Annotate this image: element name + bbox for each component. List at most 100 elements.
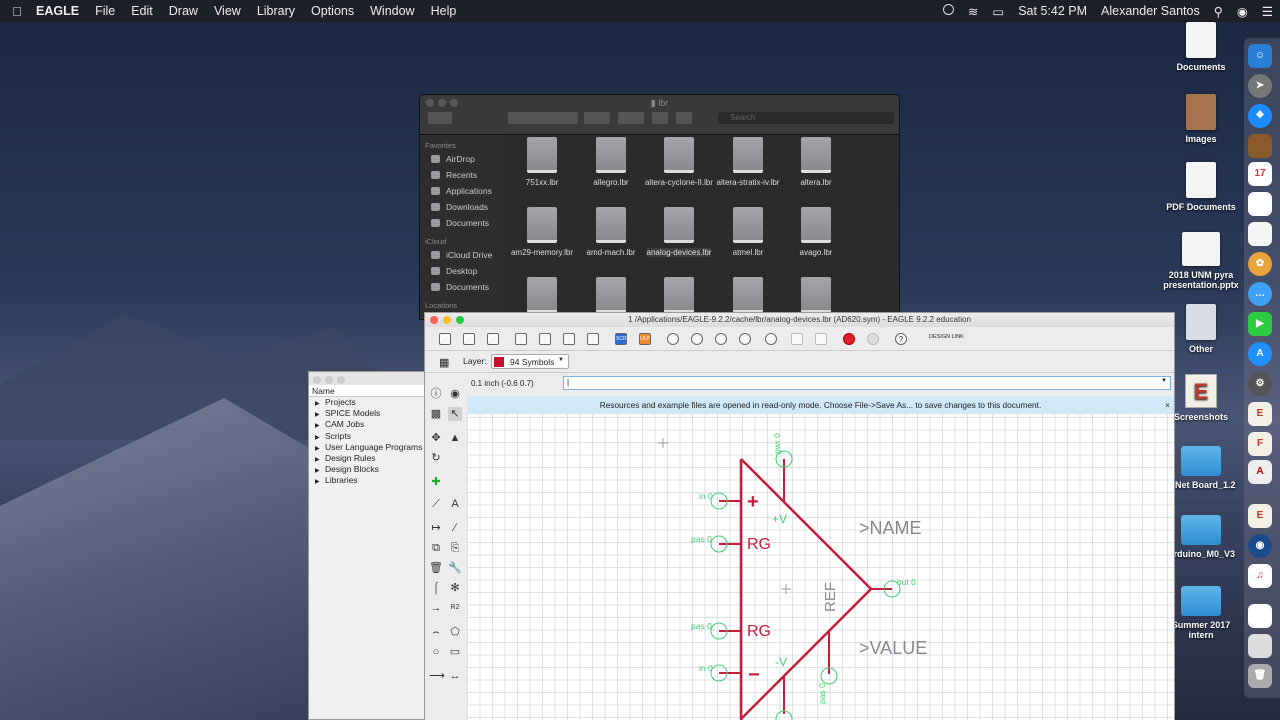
print-icon[interactable]: [487, 333, 499, 345]
tag-icon[interactable]: [676, 112, 692, 124]
go-icon[interactable]: [867, 333, 879, 345]
miter-icon[interactable]: ⌠: [429, 581, 443, 595]
rotate-icon[interactable]: ↻: [429, 451, 443, 465]
file-item[interactable]: altera.lbr: [781, 137, 851, 188]
safari-dock-icon[interactable]: ❖: [1248, 104, 1272, 128]
open-file-icon[interactable]: [439, 333, 451, 345]
apple-menu-icon[interactable]: : [0, 4, 34, 19]
notification-center-icon[interactable]: ☰: [1255, 4, 1280, 19]
zoom-fit-icon[interactable]: [667, 333, 679, 345]
tree-item-scripts[interactable]: ▶ Scripts: [309, 431, 427, 442]
device-icon[interactable]: [587, 333, 599, 345]
sidebar-item-recents[interactable]: Recents: [420, 167, 504, 183]
symbol-canvas[interactable]: in 0 pas 0 pas 0 in 0 pwr 0 out 0 pas 0 …: [467, 414, 1174, 720]
desktop-icon-documents[interactable]: Documents: [1161, 22, 1241, 72]
menu-app[interactable]: EAGLE: [34, 4, 87, 18]
photos-dock-icon[interactable]: ✿: [1248, 252, 1272, 276]
ulp-button[interactable]: ULP: [639, 333, 651, 345]
tree-item-design-blocks[interactable]: ▶ Design Blocks: [309, 464, 427, 475]
editor-close-button[interactable]: [430, 316, 438, 324]
menu-options[interactable]: Options: [303, 4, 362, 18]
tree-item-libraries[interactable]: ▶ Libraries: [309, 475, 427, 486]
facetime-dock-icon[interactable]: ▶: [1248, 312, 1272, 336]
menu-draw[interactable]: Draw: [161, 4, 206, 18]
preview-dock-icon[interactable]: [1248, 634, 1272, 658]
undo-icon[interactable]: [791, 333, 803, 345]
back-forward-button[interactable]: [428, 112, 452, 124]
calendar-dock-icon[interactable]: 17: [1248, 162, 1272, 186]
sidebar-item-documents[interactable]: Documents: [420, 215, 504, 231]
tree-header-name[interactable]: Name: [309, 385, 427, 397]
eagle-alt-dock-icon[interactable]: F: [1248, 432, 1272, 456]
file-item[interactable]: atmel.lbr: [713, 207, 783, 258]
file-item[interactable]: altera-stratix-iv.lbr: [713, 137, 783, 188]
sidebar-item-icloud-drive[interactable]: iCloud Drive: [420, 247, 504, 263]
desktop-icon-images[interactable]: Images: [1161, 94, 1241, 144]
sidebar-item-downloads[interactable]: Downloads: [420, 199, 504, 215]
airplay-icon[interactable]: ▭: [985, 4, 1011, 19]
desktop-icon-pdf-documents[interactable]: PDF Documents: [1161, 162, 1241, 212]
book-icon[interactable]: [515, 333, 527, 345]
select-arrow-icon[interactable]: ↖: [448, 407, 462, 421]
save-icon[interactable]: [463, 333, 475, 345]
add-icon[interactable]: ✚: [429, 475, 443, 489]
sidebar-item-airdrop[interactable]: AirDrop: [420, 151, 504, 167]
arc-icon[interactable]: ⌢: [429, 625, 443, 639]
chevron-down-icon[interactable]: ▼: [1161, 378, 1167, 384]
notes-dock-icon[interactable]: [1248, 134, 1272, 158]
sidebar-item-icloud-documents[interactable]: Documents: [420, 279, 504, 295]
trash-dock-icon[interactable]: 🗑: [1248, 664, 1272, 688]
tree-item-ulp[interactable]: ▶ User Language Programs: [309, 442, 427, 453]
eagle-dock-icon[interactable]: E: [1248, 402, 1272, 426]
spotlight-icon[interactable]: ⚲: [1207, 4, 1230, 19]
action-gear-icon[interactable]: [618, 112, 644, 124]
cpanel-zoom-button[interactable]: [337, 376, 345, 384]
sidebar-item-desktop[interactable]: Desktop: [420, 263, 504, 279]
copy-icon[interactable]: ⧉: [429, 541, 443, 555]
value-icon[interactable]: R2: [448, 601, 462, 615]
redo-icon[interactable]: [815, 333, 827, 345]
document-dock-icon[interactable]: [1248, 604, 1272, 628]
dimension-icon[interactable]: ↔: [448, 669, 462, 683]
line-icon[interactable]: ⟋: [429, 497, 443, 511]
wrench-icon[interactable]: 🔧: [448, 561, 462, 575]
file-item[interactable]: am29-memory.lbr: [507, 207, 577, 258]
file-item[interactable]: 751xx.lbr: [507, 137, 577, 188]
user-name[interactable]: Alexander Santos: [1094, 4, 1207, 18]
design-link-button[interactable]: DESIGN LINK: [929, 334, 969, 340]
zoom-select-icon[interactable]: [765, 333, 777, 345]
finder-dock-icon[interactable]: ☺: [1248, 44, 1272, 68]
move-icon[interactable]: ✥: [429, 431, 443, 445]
rectangle-icon[interactable]: ▭: [448, 645, 462, 659]
help-icon[interactable]: ?: [895, 333, 907, 345]
circle-icon[interactable]: ○: [429, 645, 443, 659]
wifi-icon[interactable]: ≋: [961, 4, 985, 19]
script-button[interactable]: SCR: [615, 333, 627, 345]
system-preferences-dock-icon[interactable]: ⚙: [1248, 372, 1272, 396]
clock[interactable]: Sat 5:42 PM: [1011, 4, 1094, 18]
tree-item-projects[interactable]: ▶ Projects: [309, 397, 427, 408]
editor-zoom-button[interactable]: [456, 316, 464, 324]
file-item[interactable]: allegro.lbr: [576, 137, 646, 188]
view-mode-buttons[interactable]: [508, 112, 578, 124]
share-icon[interactable]: [652, 112, 668, 124]
record-icon[interactable]: [936, 4, 961, 18]
app-store-dock-icon[interactable]: A: [1248, 342, 1272, 366]
file-item-selected[interactable]: analog-devices.lbr: [644, 207, 714, 258]
delete-icon[interactable]: 🗑: [429, 561, 443, 575]
file-item[interactable]: altera-cyclone-II.lbr: [644, 137, 714, 188]
eagle-active-dock-icon[interactable]: E: [1248, 504, 1272, 528]
command-input[interactable]: | ▼: [563, 376, 1171, 390]
text-icon[interactable]: A: [448, 497, 462, 511]
stop-icon[interactable]: [843, 333, 855, 345]
mirror-icon[interactable]: ▲: [448, 431, 462, 445]
zoom-in-icon[interactable]: [691, 333, 703, 345]
file-item[interactable]: amd-mach.lbr: [576, 207, 646, 258]
show-eye-icon[interactable]: ◉: [448, 387, 462, 401]
split-icon[interactable]: ✻: [448, 581, 462, 595]
acrobat-dock-icon[interactable]: A: [1248, 460, 1272, 484]
list-dock-icon[interactable]: [1248, 222, 1272, 246]
zoom-redraw-icon[interactable]: [739, 333, 751, 345]
name-icon[interactable]: →: [429, 601, 443, 615]
menu-window[interactable]: Window: [362, 4, 422, 18]
